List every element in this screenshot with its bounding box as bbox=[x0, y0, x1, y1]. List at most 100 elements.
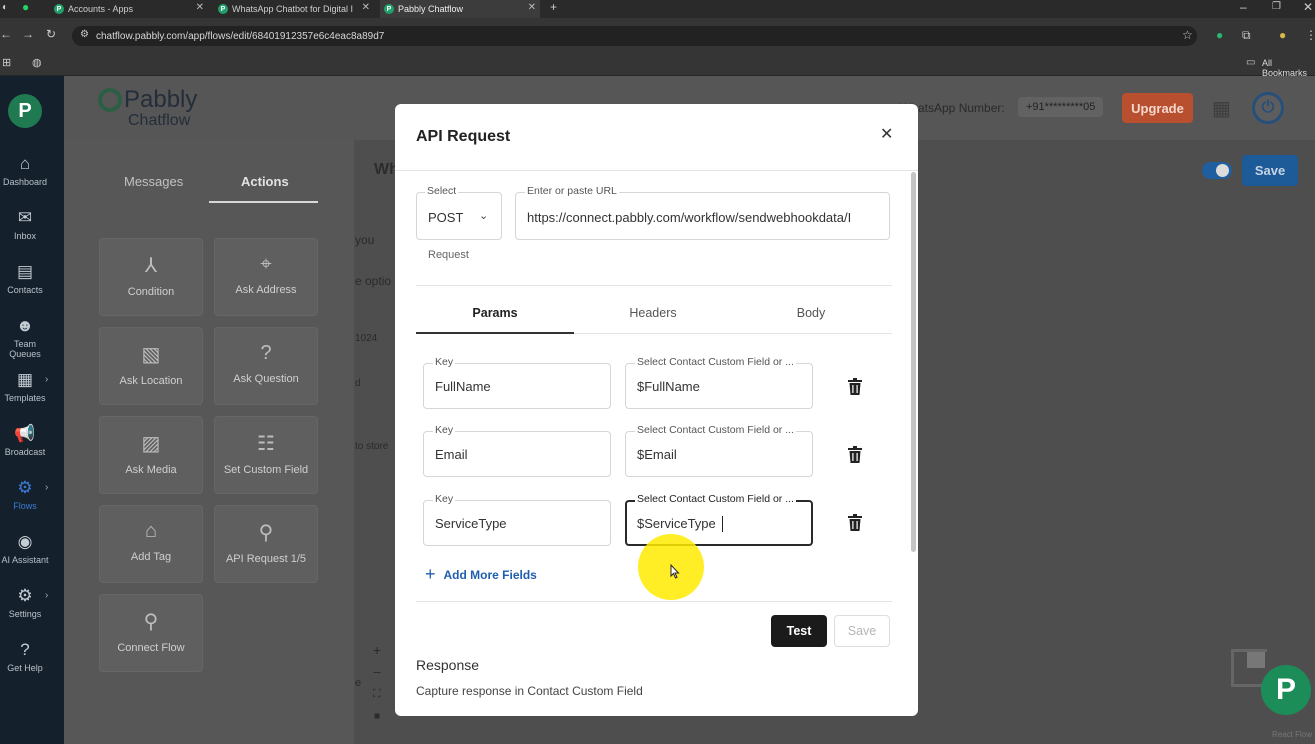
flow-toggle[interactable] bbox=[1202, 162, 1232, 179]
modal-scrollbar[interactable] bbox=[911, 172, 916, 552]
toggle-knob bbox=[1216, 164, 1229, 177]
browser-tab[interactable]: P WhatsApp Chatbot for Digital I ✕ bbox=[214, 0, 374, 18]
param-key-value: Email bbox=[435, 447, 468, 462]
close-tab-icon[interactable]: ✕ bbox=[528, 2, 536, 13]
param-value-label: Select Contact Custom Field or ... bbox=[635, 356, 796, 368]
whatsapp-number-badge[interactable]: +91*********05 bbox=[1018, 97, 1104, 117]
trash-icon[interactable] bbox=[848, 514, 862, 531]
extensions-icon[interactable]: ⧉ bbox=[1242, 28, 1251, 43]
close-tab-icon[interactable]: ✕ bbox=[362, 2, 370, 13]
browser-tab[interactable]: P Accounts - Apps ✕ bbox=[50, 0, 208, 18]
active-tab-underline bbox=[209, 201, 318, 203]
all-bookmarks-label[interactable]: All Bookmarks bbox=[1262, 58, 1315, 78]
tab-body[interactable]: Body bbox=[732, 306, 890, 320]
close-tab-icon[interactable]: ✕ bbox=[196, 2, 204, 13]
method-select[interactable]: POST ⌄ bbox=[416, 192, 502, 240]
new-tab-icon[interactable]: + bbox=[550, 0, 557, 14]
chatflow-logo[interactable]: Pabbly Chatflow bbox=[98, 86, 208, 130]
minimize-icon[interactable]: – bbox=[1240, 0, 1247, 14]
node-card-label: Connect Flow bbox=[117, 642, 185, 654]
browser-tab-bar: ◐ ● P Accounts - Apps ✕ P WhatsApp Chatb… bbox=[0, 0, 1315, 18]
pabbly-logo-badge[interactable]: P bbox=[8, 94, 42, 128]
tab-strip-menu-icon[interactable]: ◐ bbox=[2, 2, 8, 13]
node-card-label: Set Custom Field bbox=[223, 464, 309, 476]
sidebar-item-settings[interactable]: ⚙ Settings bbox=[0, 586, 50, 619]
param-value-field[interactable]: $FullName bbox=[625, 363, 813, 409]
url-input[interactable]: https://connect.pabbly.com/workflow/send… bbox=[515, 192, 890, 240]
profile-icon[interactable]: ● bbox=[1279, 28, 1286, 42]
node-card-label: Ask Media bbox=[125, 464, 177, 476]
zoom-in-icon[interactable]: + bbox=[373, 642, 381, 658]
mouse-pointer-icon bbox=[670, 564, 680, 579]
close-icon[interactable]: ✕ bbox=[880, 124, 893, 144]
location-icon: ▧ bbox=[141, 344, 161, 366]
sidebar-item-flows[interactable]: ⚙ Flows bbox=[0, 478, 50, 511]
sidebar-item-inbox[interactable]: ✉ Inbox bbox=[0, 208, 50, 241]
upgrade-button[interactable]: Upgrade bbox=[1122, 93, 1193, 123]
sidebar-item-dashboard[interactable]: ⌂ Dashboard bbox=[0, 154, 50, 187]
param-value-field[interactable]: $Email bbox=[625, 431, 813, 477]
bookmark-item-icon[interactable]: ◍ bbox=[32, 56, 42, 69]
url-input-value: https://connect.pabbly.com/workflow/send… bbox=[527, 210, 852, 225]
param-key-field[interactable]: Email bbox=[423, 431, 611, 477]
sidebar-item-templates[interactable]: ▦ Templates bbox=[0, 370, 50, 403]
tab-actions[interactable]: Actions bbox=[241, 174, 289, 189]
node-card-api-request[interactable]: ⚲ API Request 1/5 bbox=[214, 505, 318, 583]
param-key-label: Key bbox=[433, 356, 456, 368]
param-key-field[interactable]: ServiceType bbox=[423, 500, 611, 546]
sidebar-item-label: AI Assistant bbox=[1, 555, 49, 565]
reload-icon[interactable]: ↻ bbox=[46, 27, 56, 41]
tab-params[interactable]: Params bbox=[416, 306, 574, 320]
node-card-ask-media[interactable]: ▨ Ask Media bbox=[99, 416, 203, 494]
zoom-out-icon[interactable]: − bbox=[373, 664, 381, 680]
trash-icon[interactable] bbox=[848, 446, 862, 463]
trash-icon[interactable] bbox=[848, 378, 862, 395]
node-card-connect-flow[interactable]: ⚲ Connect Flow bbox=[99, 594, 203, 672]
react-flow-credit[interactable]: React Flow bbox=[1272, 730, 1312, 739]
whatsapp-pinned-icon[interactable]: ● bbox=[22, 0, 29, 14]
plus-icon: + bbox=[425, 564, 436, 584]
tab-messages[interactable]: Messages bbox=[124, 174, 183, 189]
add-more-fields-button[interactable]: + Add More Fields bbox=[425, 564, 537, 585]
sidebar-item-get-help[interactable]: ? Get Help bbox=[0, 640, 50, 673]
lock-icon[interactable]: ■ bbox=[374, 711, 380, 722]
bookmark-star-icon[interactable]: ☆ bbox=[1182, 28, 1193, 42]
settings-icon: ⚙ bbox=[17, 586, 33, 605]
param-value-label: Select Contact Custom Field or ... bbox=[635, 493, 796, 505]
fit-view-icon[interactable]: ⛶ bbox=[373, 688, 381, 701]
node-card-ask-question[interactable]: ? Ask Question bbox=[214, 327, 318, 405]
tag-icon: ⌂ bbox=[144, 520, 158, 542]
param-key-field[interactable]: FullName bbox=[423, 363, 611, 409]
back-icon[interactable]: ← bbox=[0, 27, 12, 41]
forward-icon[interactable]: → bbox=[22, 27, 34, 41]
tab-headers[interactable]: Headers bbox=[574, 306, 732, 320]
close-window-icon[interactable]: ✕ bbox=[1303, 0, 1313, 14]
app-grid-icon[interactable]: ▦ bbox=[1212, 96, 1231, 121]
home-icon: ⌂ bbox=[19, 154, 31, 173]
apps-grid-icon[interactable]: ⊞ bbox=[2, 56, 11, 69]
node-card-ask-location[interactable]: ▧ Ask Location bbox=[99, 327, 203, 405]
param-value-label: Select Contact Custom Field or ... bbox=[635, 424, 796, 436]
save-button[interactable]: Save bbox=[834, 615, 890, 647]
node-card-condition[interactable]: ⅄ Condition bbox=[99, 238, 203, 316]
sidebar-item-team-queues[interactable]: ☻ Team Queues bbox=[0, 316, 50, 359]
param-key-value: ServiceType bbox=[435, 516, 507, 531]
node-card-set-custom-field[interactable]: ☷ Set Custom Field bbox=[214, 416, 318, 494]
browser-menu-icon[interactable]: ⋮ bbox=[1305, 28, 1315, 42]
url-field[interactable]: chatflow.pabbly.com/app/flows/edit/68401… bbox=[72, 26, 1197, 46]
pabbly-extension-icon[interactable]: ● bbox=[1216, 28, 1223, 42]
pabbly-chat-launcher[interactable]: P bbox=[1261, 665, 1311, 715]
node-card-ask-address[interactable]: ⌖ Ask Address bbox=[214, 238, 318, 316]
site-info-icon[interactable]: ⚙ bbox=[80, 29, 89, 40]
sidebar-item-ai-assistant[interactable]: ◉ AI Assistant bbox=[0, 532, 50, 565]
sidebar-item-label: Dashboard bbox=[2, 177, 48, 187]
account-power-icon[interactable]: ⏻ bbox=[1252, 92, 1284, 124]
node-card-add-tag[interactable]: ⌂ Add Tag bbox=[99, 505, 203, 583]
sidebar-item-broadcast[interactable]: 📢 Broadcast bbox=[0, 424, 50, 457]
save-flow-button[interactable]: Save bbox=[1242, 155, 1298, 186]
browser-tab-active[interactable]: P Pabbly Chatflow ✕ bbox=[380, 0, 540, 18]
logo-mark-icon bbox=[98, 88, 122, 112]
test-button[interactable]: Test bbox=[771, 615, 827, 647]
sidebar-item-contacts[interactable]: ▤ Contacts bbox=[0, 262, 50, 295]
restore-icon[interactable]: ❐ bbox=[1272, 1, 1281, 12]
